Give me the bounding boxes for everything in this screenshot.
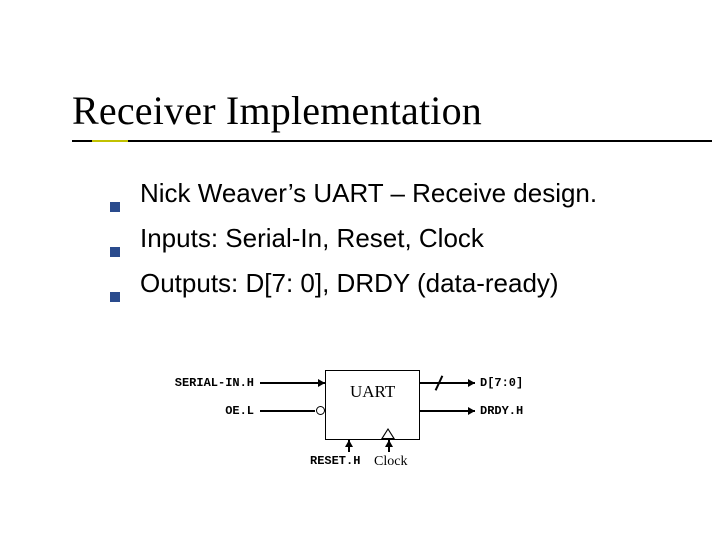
list-item: Inputs: Serial-In, Reset, Clock — [110, 221, 670, 256]
page-title: Receiver Implementation — [72, 90, 482, 132]
bullet-icon — [110, 202, 120, 212]
bullet-icon — [110, 292, 120, 302]
bullet-text: Inputs: Serial-In, Reset, Clock — [140, 221, 484, 256]
uart-block-label: UART — [350, 382, 395, 402]
bullet-list: Nick Weaver’s UART – Receive design. Inp… — [110, 176, 670, 311]
list-item: Nick Weaver’s UART – Receive design. — [110, 176, 670, 211]
label-oe: OE.L — [208, 404, 254, 418]
list-item: Outputs: D[7: 0], DRDY (data-ready) — [110, 266, 670, 301]
inverter-bubble-icon — [316, 406, 325, 415]
wire-d-out — [420, 382, 475, 384]
title-accent — [92, 140, 128, 142]
title-underline — [72, 140, 712, 142]
bullet-icon — [110, 247, 120, 257]
uart-block — [325, 370, 420, 440]
block-diagram: UART SERIAL-IN.H OE.L D[7:0] DRDY.H RESE… — [170, 358, 550, 498]
wire-drdy — [420, 410, 475, 412]
label-clock: Clock — [374, 454, 407, 470]
slide: Receiver Implementation Nick Weaver’s UA… — [0, 0, 720, 540]
arrow-icon — [385, 440, 393, 447]
arrow-icon — [468, 379, 475, 387]
label-reset: RESET.H — [310, 454, 360, 468]
bullet-text: Nick Weaver’s UART – Receive design. — [140, 176, 597, 211]
wire-serial-in — [260, 382, 325, 384]
bullet-text: Outputs: D[7: 0], DRDY (data-ready) — [140, 266, 559, 301]
arrow-icon — [318, 379, 325, 387]
wire-oe — [260, 410, 315, 412]
label-drdy: DRDY.H — [480, 404, 523, 418]
arrow-icon — [345, 440, 353, 447]
label-d-out: D[7:0] — [480, 376, 523, 390]
arrow-icon — [468, 407, 475, 415]
title-area: Receiver Implementation — [72, 90, 482, 132]
clock-edge-icon — [381, 428, 395, 439]
label-serial-in: SERIAL-IN.H — [164, 376, 254, 390]
